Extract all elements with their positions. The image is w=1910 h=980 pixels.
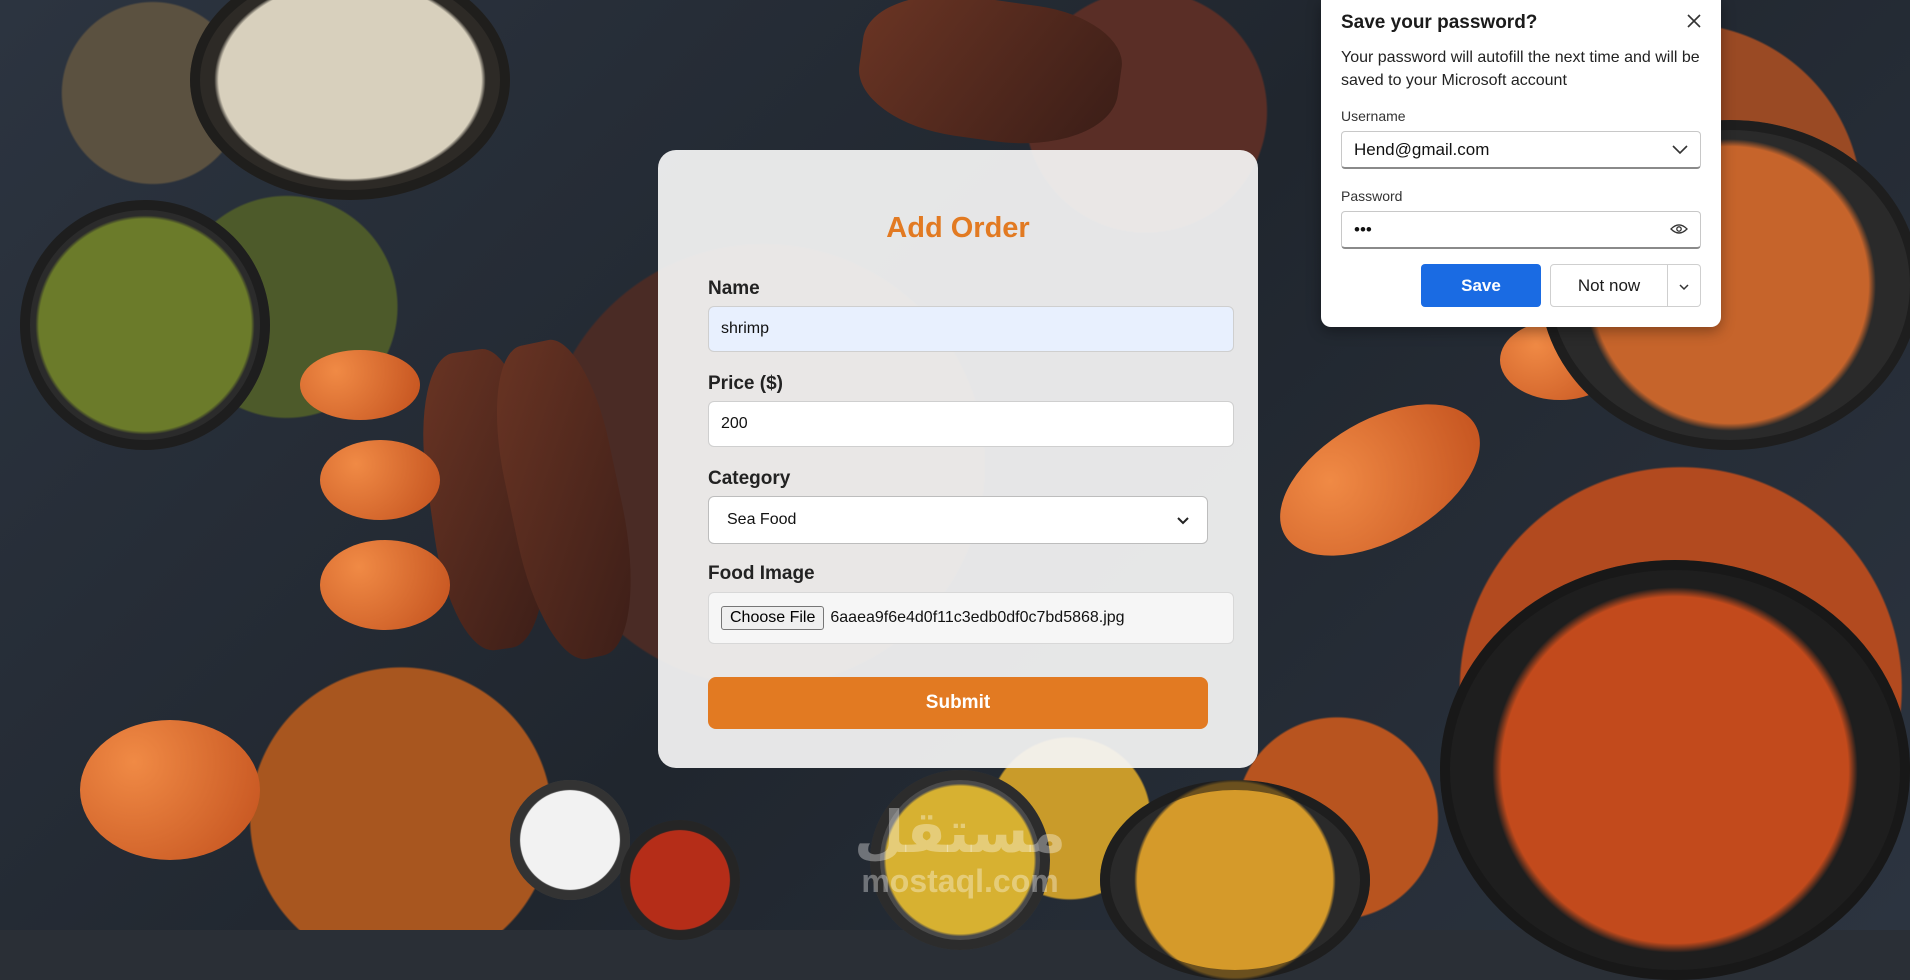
save-password-dialog: Save your password? Your password will a… (1321, 0, 1721, 327)
name-input[interactable]: shrimp (708, 306, 1234, 352)
food-image-file-input[interactable]: Choose File 6aaea9f6e4d0f11c3edb0df0c7bd… (708, 592, 1234, 644)
price-input[interactable]: 200 (708, 401, 1234, 447)
password-label: Password (1341, 188, 1403, 204)
close-icon[interactable] (1681, 8, 1707, 34)
rice-bowl (1100, 780, 1370, 980)
submit-button[interactable]: Submit (708, 677, 1208, 729)
shrimp (320, 440, 440, 520)
file-name: 6aaea9f6e4d0f11c3edb0df0c7bd5868.jpg (830, 609, 1125, 626)
dip-bowl (190, 0, 510, 200)
chili-bowl (620, 820, 740, 940)
steak-slice (851, 0, 1129, 158)
watermark-arabic: مستقل (853, 798, 1067, 866)
salt-bowl (510, 780, 630, 900)
category-select[interactable]: Sea Food (708, 496, 1208, 544)
save-password-button[interactable]: Save (1421, 264, 1541, 307)
add-order-card: Add Order Name shrimp Price ($) 200 Cate… (658, 150, 1258, 768)
eye-icon[interactable] (1670, 220, 1688, 240)
page-title: Add Order (886, 212, 1030, 244)
shrimp (1254, 373, 1506, 587)
shrimp (80, 720, 260, 860)
name-input-value: shrimp (721, 320, 770, 337)
peas-bowl (20, 200, 270, 450)
choose-file-button[interactable]: Choose File (721, 606, 825, 630)
dialog-description: Your password will autofill the next tim… (1341, 49, 1700, 89)
category-label: Category (708, 468, 791, 489)
price-label: Price ($) (708, 373, 783, 394)
username-label: Username (1341, 108, 1406, 124)
category-select-value: Sea Food (727, 511, 797, 528)
password-value: ••• (1354, 219, 1372, 239)
username-dropdown[interactable]: Hend@gmail.com (1341, 131, 1701, 169)
shrimp (320, 540, 450, 630)
lobster-pan (1440, 560, 1910, 980)
watermark-latin: mostaql.com (861, 863, 1059, 899)
password-field[interactable]: ••• (1341, 211, 1701, 249)
price-input-value: 200 (721, 415, 748, 432)
dialog-title: Save your password? (1341, 12, 1538, 33)
chevron-down-icon (1672, 140, 1688, 160)
more-options-button[interactable] (1668, 264, 1701, 307)
food-image-label: Food Image (708, 563, 815, 584)
not-now-button[interactable]: Not now (1550, 264, 1668, 307)
username-value: Hend@gmail.com (1354, 139, 1490, 159)
shrimp (300, 350, 420, 420)
chevron-down-icon (1679, 278, 1689, 294)
watermark: مستقل mostaql.com (830, 800, 1090, 898)
chevron-down-icon (1177, 512, 1189, 528)
name-label: Name (708, 278, 760, 299)
